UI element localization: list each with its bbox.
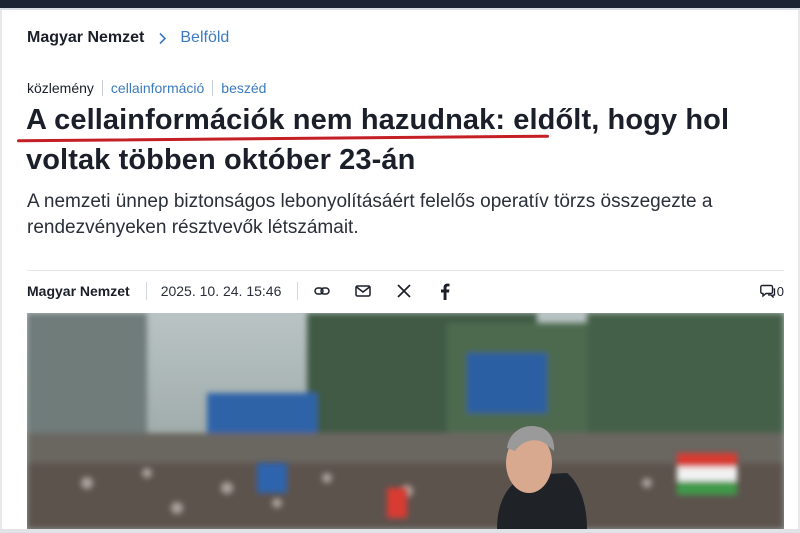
share-icons [312, 281, 476, 301]
breadcrumb: Magyar Nemzet Belföld [27, 29, 229, 47]
top-bar [0, 0, 800, 8]
top-bar-divider [0, 8, 800, 10]
tag-beszed[interactable]: beszéd [212, 80, 274, 96]
publish-date: 2025. 10. 24. 15:46 [160, 283, 282, 299]
facebook-icon[interactable] [435, 281, 455, 301]
breadcrumb-category-link[interactable]: Belföld [180, 29, 229, 47]
breadcrumb-home-link[interactable]: Magyar Nemzet [27, 29, 144, 47]
article-lead: A nemzeti ünnep biztonságos lebonyolítás… [27, 191, 713, 238]
tag-kozlemeny[interactable]: közlemény [27, 80, 102, 96]
comments-button[interactable]: 0 [759, 283, 784, 299]
meta-separator [297, 282, 299, 300]
comment-count: 0 [776, 283, 784, 299]
chevron-right-icon [158, 32, 167, 45]
comment-icon [759, 284, 775, 298]
mail-icon[interactable] [353, 281, 373, 301]
meta-separator [145, 282, 147, 300]
author-link[interactable]: Magyar Nemzet [27, 283, 130, 299]
meta-divider [27, 270, 784, 271]
bottom-bar [0, 529, 800, 533]
x-icon[interactable] [394, 281, 414, 301]
article-meta: Magyar Nemzet 2025. 10. 24. 15:46 0 [27, 281, 784, 301]
frame-left [0, 10, 2, 533]
hero-image[interactable] [27, 313, 784, 529]
link-icon[interactable] [312, 281, 332, 301]
tag-cellainformacio[interactable]: cellainformáció [101, 80, 212, 96]
tag-list: közlemény cellainformáció beszéd [27, 80, 274, 96]
